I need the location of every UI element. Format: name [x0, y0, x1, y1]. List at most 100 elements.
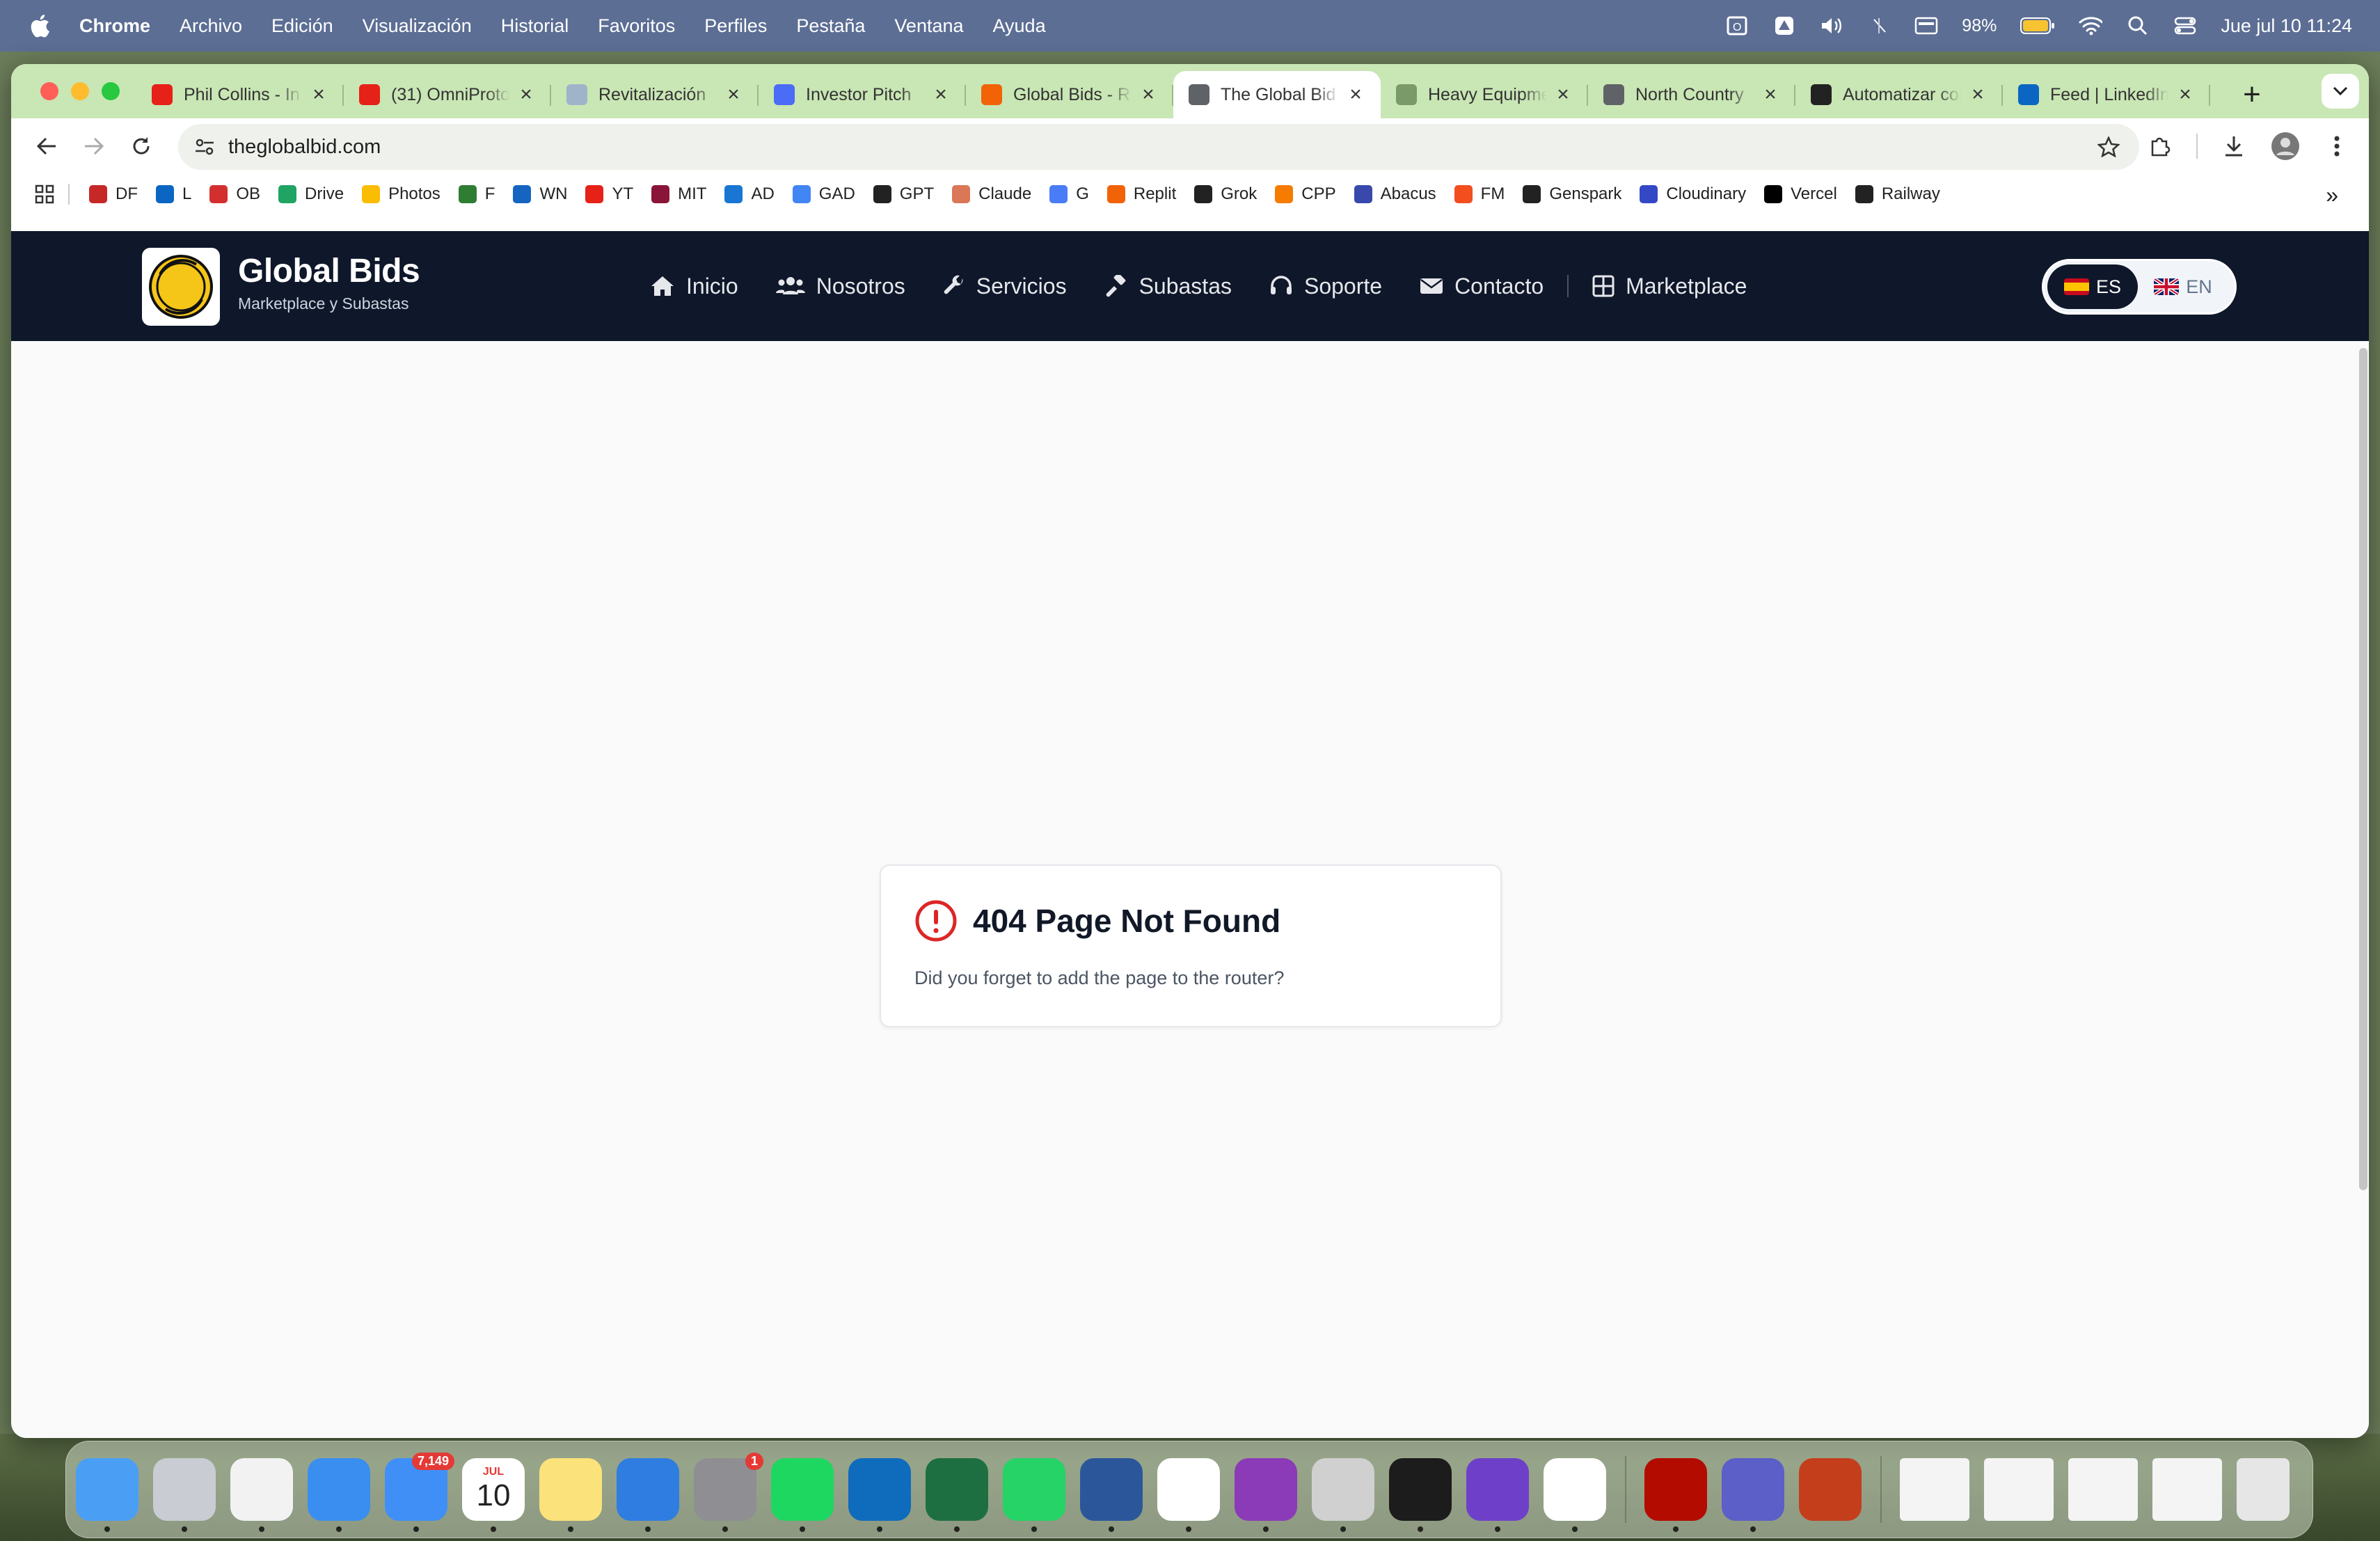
teams-icon[interactable]	[1722, 1458, 1784, 1532]
recent-document-icon[interactable]	[2068, 1458, 2138, 1521]
close-tab-icon[interactable]: ×	[1968, 83, 1988, 106]
fantastical-icon[interactable]	[1157, 1458, 1220, 1532]
downloads-icon[interactable]	[2219, 131, 2249, 161]
bookmark-item[interactable]: YT	[585, 184, 633, 204]
iphone-mirroring-icon[interactable]	[1312, 1458, 1374, 1532]
bookmark-item[interactable]: Photos	[362, 184, 441, 204]
bookmark-item[interactable]: CPP	[1275, 184, 1336, 204]
volume-icon[interactable]	[1820, 14, 1843, 38]
menu-ayuda[interactable]: Ayuda	[993, 15, 1046, 37]
apple-icon[interactable]	[28, 13, 51, 39]
close-tab-icon[interactable]: ×	[931, 83, 951, 106]
nav-marketplace[interactable]: Marketplace	[1592, 274, 1747, 299]
close-tab-icon[interactable]: ×	[1553, 83, 1573, 106]
close-tab-icon[interactable]: ×	[1346, 83, 1365, 106]
launchpad-icon[interactable]	[153, 1458, 216, 1532]
brand[interactable]: Global Bids Marketplace y Subastas	[238, 252, 420, 313]
menu-edicion[interactable]: Edición	[271, 15, 333, 37]
site-info-icon[interactable]	[191, 133, 219, 161]
menu-visualizacion[interactable]: Visualización	[363, 15, 472, 37]
bookmark-item[interactable]: GAD	[792, 184, 855, 204]
powerpoint-icon[interactable]	[1799, 1458, 1862, 1521]
profile-avatar[interactable]	[2270, 131, 2301, 161]
bookmark-item[interactable]: WN	[513, 184, 567, 204]
browser-tab[interactable]: Automatizar con IA ×	[1795, 71, 2003, 118]
bookmark-item[interactable]: Abacus	[1354, 184, 1436, 204]
notes-icon[interactable]	[539, 1458, 602, 1532]
menu-archivo[interactable]: Archivo	[180, 15, 242, 37]
close-window-button[interactable]	[40, 82, 58, 100]
site-logo[interactable]	[142, 248, 220, 326]
back-button[interactable]	[31, 130, 63, 162]
keynote-icon[interactable]	[617, 1458, 679, 1532]
nav-contacto[interactable]: Contacto	[1420, 274, 1544, 299]
github-desktop-icon[interactable]	[1466, 1458, 1529, 1532]
browser-tab[interactable]: The Global Bid ×	[1173, 71, 1381, 118]
nav-inicio[interactable]: Inicio	[650, 274, 738, 299]
close-tab-icon[interactable]: ×	[516, 83, 536, 106]
bookmark-item[interactable]: G	[1049, 184, 1089, 204]
vscode-icon[interactable]	[1544, 1458, 1606, 1532]
chrome-icon[interactable]	[230, 1458, 293, 1532]
system-settings-icon[interactable]: 1	[694, 1453, 763, 1532]
close-tab-icon[interactable]: ×	[1761, 83, 1780, 106]
bookmark-item[interactable]: L	[156, 184, 191, 204]
bookmark-item[interactable]: AD	[724, 184, 775, 204]
menubar-clock[interactable]: Jue jul 10 11:24	[2221, 15, 2352, 37]
browser-tab[interactable]: Global Bids - Replit ×	[966, 71, 1173, 118]
bookmark-item[interactable]: MIT	[651, 184, 706, 204]
nav-subastas[interactable]: Subastas	[1104, 274, 1232, 299]
recent-document-icon[interactable]	[1900, 1458, 1969, 1521]
word-icon[interactable]	[1080, 1458, 1143, 1532]
acrobat-icon[interactable]	[1644, 1458, 1707, 1532]
browser-tab[interactable]: Investor Pitch ×	[759, 71, 966, 118]
mail-icon[interactable]: 7,149	[385, 1453, 454, 1532]
new-tab-button[interactable]: +	[2231, 74, 2273, 116]
calendar-icon[interactable]: JUL 10	[462, 1458, 525, 1532]
recent-document-icon[interactable]	[1984, 1458, 2054, 1521]
minimize-window-button[interactable]	[71, 82, 89, 100]
close-tab-icon[interactable]: ×	[309, 83, 328, 106]
bookmark-item[interactable]: GPT	[873, 184, 934, 204]
nav-servicios[interactable]: Servicios	[943, 274, 1067, 299]
display-icon[interactable]	[1914, 14, 1938, 38]
control-center-icon[interactable]	[2173, 14, 2197, 38]
menu-favoritos[interactable]: Favoritos	[598, 15, 675, 37]
address-bar[interactable]: theglobalbid.com	[178, 124, 2139, 170]
menu-app-name[interactable]: Chrome	[79, 15, 150, 37]
menu-ventana[interactable]: Ventana	[894, 15, 963, 37]
browser-tab[interactable]: (31) OmniProtocol ×	[344, 71, 551, 118]
wifi-icon[interactable]	[2079, 14, 2103, 38]
nav-nosotros[interactable]: Nosotros	[775, 274, 905, 299]
browser-tab[interactable]: Revitalización ×	[551, 71, 759, 118]
scrollbar-thumb[interactable]	[2359, 348, 2367, 1190]
excel-icon[interactable]	[926, 1458, 988, 1532]
menu-perfiles[interactable]: Perfiles	[704, 15, 767, 37]
menu-pestana[interactable]: Pestaña	[796, 15, 865, 37]
spotify-icon[interactable]	[771, 1458, 834, 1532]
zoom-window-button[interactable]	[102, 82, 120, 100]
page-scrollbar[interactable]	[2358, 341, 2369, 1197]
bookmark-item[interactable]: Cloudinary	[1640, 184, 1746, 204]
safari-icon[interactable]	[308, 1458, 370, 1532]
bookmark-item[interactable]: Genspark	[1523, 184, 1621, 204]
apps-grid-icon[interactable]	[35, 184, 54, 204]
replit-app-icon[interactable]	[1389, 1458, 1452, 1532]
bookmark-item[interactable]: F	[458, 184, 495, 204]
spotlight-search-icon[interactable]	[2126, 14, 2150, 38]
bookmark-item[interactable]: Railway	[1855, 184, 1940, 204]
drive-status-icon[interactable]	[1772, 14, 1796, 38]
recent-document-icon[interactable]	[2152, 1458, 2222, 1521]
finder-icon[interactable]	[76, 1458, 138, 1532]
close-tab-icon[interactable]: ×	[724, 83, 743, 106]
tab-search-button[interactable]	[2322, 74, 2359, 109]
browser-tab[interactable]: Phil Collins - In the Air ×	[136, 71, 344, 118]
circle-app-icon[interactable]	[1235, 1458, 1297, 1532]
browser-tab[interactable]: North Country ×	[1588, 71, 1795, 118]
more-bookmarks-icon[interactable]: »	[2326, 182, 2338, 208]
bookmark-star-icon[interactable]	[2095, 133, 2123, 161]
outlook-icon[interactable]	[848, 1458, 911, 1532]
bookmark-item[interactable]: Vercel	[1764, 184, 1837, 204]
bookmark-item[interactable]: Grok	[1194, 184, 1257, 204]
close-tab-icon[interactable]: ×	[2175, 83, 2195, 106]
